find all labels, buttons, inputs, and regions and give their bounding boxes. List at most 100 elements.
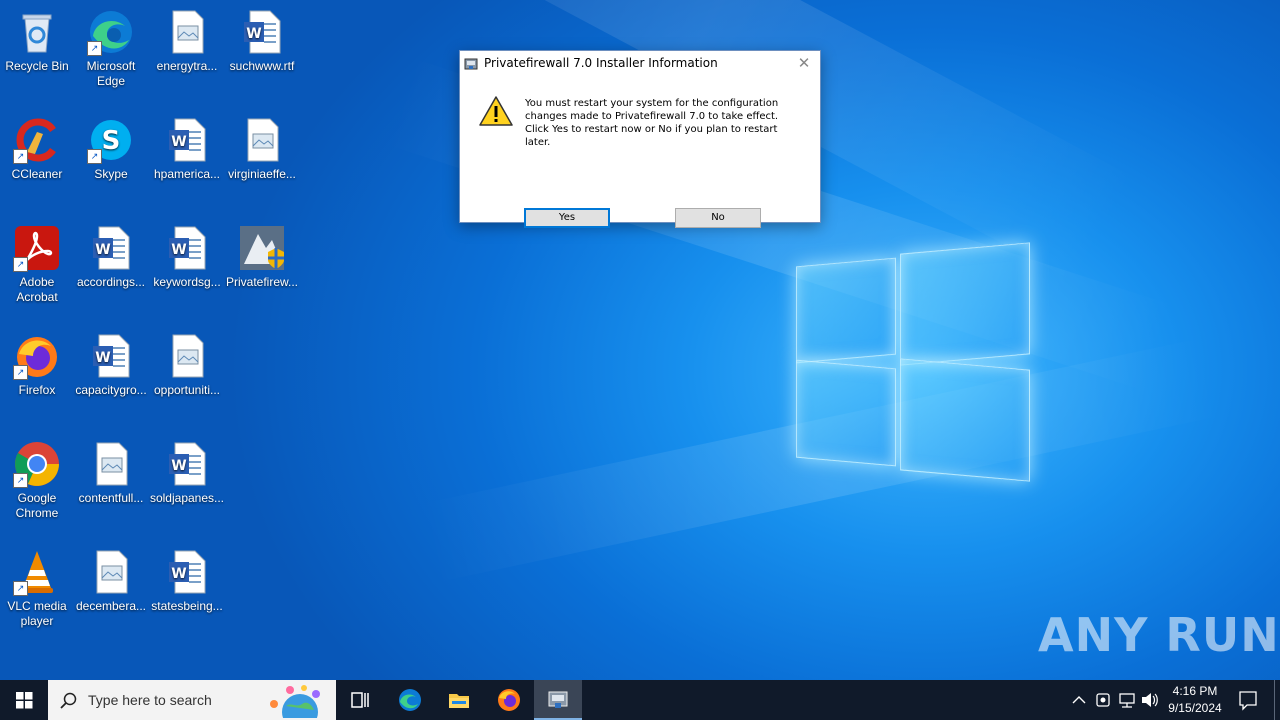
desktop-icon-recycle-bin[interactable]: Recycle Bin bbox=[0, 8, 75, 74]
taskbar-firefox-button[interactable] bbox=[485, 680, 533, 720]
tray-volume-button[interactable] bbox=[1140, 680, 1160, 720]
image-file-icon bbox=[87, 440, 135, 488]
desktop-icon-ccleaner[interactable]: ↗ CCleaner bbox=[0, 116, 75, 182]
image-file-icon bbox=[238, 116, 286, 164]
vlc-icon: ↗ bbox=[13, 548, 61, 596]
clock-date: 9/15/2024 bbox=[1168, 701, 1222, 715]
svg-text:W: W bbox=[95, 242, 110, 258]
notification-icon bbox=[1239, 691, 1257, 711]
chevron-up-icon bbox=[1072, 696, 1086, 704]
chrome-icon: ↗ bbox=[13, 440, 61, 488]
shortcut-arrow-icon: ↗ bbox=[13, 473, 28, 488]
dialog-title: Privatefirewall 7.0 Installer Informatio… bbox=[484, 56, 718, 70]
acrobat-icon: ↗ bbox=[13, 224, 61, 272]
image-file-icon bbox=[87, 548, 135, 596]
desktop-icon-image-file[interactable]: contentfull... bbox=[73, 440, 149, 506]
svg-text:W: W bbox=[95, 350, 110, 366]
word-document-icon: W bbox=[238, 8, 286, 56]
file-explorer-icon bbox=[449, 694, 469, 708]
taskbar-file-explorer-button[interactable] bbox=[435, 680, 483, 720]
taskbar-edge-button[interactable] bbox=[386, 680, 434, 720]
desktop-icon-word-doc[interactable]: W capacitygro... bbox=[73, 332, 149, 398]
shortcut-arrow-icon: ↗ bbox=[87, 41, 102, 56]
anyrun-watermark: ANY RUN bbox=[1038, 608, 1280, 662]
shortcut-arrow-icon: ↗ bbox=[13, 365, 28, 380]
desktop-icon-image-file[interactable]: opportuniti... bbox=[149, 332, 225, 398]
word-document-icon: W bbox=[87, 332, 135, 380]
desktop-icon-image-file[interactable]: decembera... bbox=[73, 548, 149, 614]
shortcut-arrow-icon: ↗ bbox=[13, 581, 28, 596]
image-file-icon bbox=[163, 332, 211, 380]
desktop-icon-skype[interactable]: S ↗ Skype bbox=[73, 116, 149, 182]
taskbar: Type here to search 4:16 PM 9/15/2024 bbox=[0, 680, 1280, 724]
shortcut-arrow-icon: ↗ bbox=[87, 149, 102, 164]
show-desktop-button[interactable] bbox=[1274, 680, 1280, 720]
action-center-button[interactable] bbox=[1236, 680, 1260, 720]
desktop-icon-word-doc[interactable]: W hpamerica... bbox=[149, 116, 225, 182]
desktop-icon-vlc[interactable]: ↗ VLC media player bbox=[0, 548, 75, 629]
tray-meet-now-button[interactable] bbox=[1094, 680, 1112, 720]
search-icon bbox=[60, 692, 78, 710]
dialog-message: You must restart your system for the con… bbox=[525, 98, 779, 148]
desktop-icon-word-doc[interactable]: W soldjapanes... bbox=[149, 440, 225, 506]
dialog-body: You must restart your system for the con… bbox=[460, 75, 820, 228]
desktop-icon-privatefirewall-installer[interactable]: Privatefirew... bbox=[224, 224, 300, 290]
desktop-icon-rtf-doc[interactable]: W suchwww.rtf bbox=[224, 8, 300, 74]
close-icon[interactable]: ✕ bbox=[788, 51, 820, 75]
shortcut-arrow-icon: ↗ bbox=[13, 257, 28, 272]
word-document-icon: W bbox=[163, 548, 211, 596]
installer-info-dialog: Privatefirewall 7.0 Installer Informatio… bbox=[459, 50, 821, 228]
show-hidden-icons-button[interactable] bbox=[1070, 680, 1088, 720]
start-button[interactable] bbox=[0, 680, 48, 720]
warning-icon bbox=[479, 95, 513, 127]
taskbar-search-box[interactable]: Type here to search bbox=[48, 680, 336, 724]
desktop-icon-firefox[interactable]: ↗ Firefox bbox=[0, 332, 75, 398]
image-file-icon bbox=[163, 8, 211, 56]
word-document-icon: W bbox=[163, 224, 211, 272]
desktop-icon-microsoft-edge[interactable]: ↗ Microsoft Edge bbox=[73, 8, 149, 89]
svg-text:W: W bbox=[246, 26, 261, 42]
firefox-icon bbox=[498, 689, 520, 711]
svg-text:W: W bbox=[171, 458, 186, 474]
installer-app-icon bbox=[464, 56, 478, 70]
network-icon bbox=[1119, 693, 1135, 708]
meet-icon bbox=[1096, 693, 1110, 707]
svg-text:W: W bbox=[171, 566, 186, 582]
word-document-icon: W bbox=[163, 116, 211, 164]
svg-text:S: S bbox=[102, 126, 121, 156]
desktop-icon-word-doc[interactable]: W statesbeing... bbox=[149, 548, 225, 614]
no-button[interactable]: No bbox=[675, 208, 761, 228]
desktop-icon-adobe-acrobat[interactable]: ↗ Adobe Acrobat bbox=[0, 224, 75, 305]
edge-icon bbox=[399, 689, 421, 711]
word-document-icon: W bbox=[87, 224, 135, 272]
windows-start-icon bbox=[16, 692, 33, 709]
desktop-icon-google-chrome[interactable]: ↗ Google Chrome bbox=[0, 440, 75, 521]
desktop-icon-word-doc[interactable]: W accordings... bbox=[73, 224, 149, 290]
desktop-icon-image-file[interactable]: energytra... bbox=[149, 8, 225, 74]
search-highlight-art-icon bbox=[260, 682, 332, 724]
word-document-icon: W bbox=[163, 440, 211, 488]
svg-text:W: W bbox=[171, 134, 186, 150]
svg-text:W: W bbox=[171, 242, 186, 258]
desktop-icon-image-file[interactable]: virginiaeffe... bbox=[224, 116, 300, 182]
skype-icon: S ↗ bbox=[87, 116, 135, 164]
firefox-icon: ↗ bbox=[13, 332, 61, 380]
search-placeholder: Type here to search bbox=[88, 692, 212, 708]
ccleaner-icon: ↗ bbox=[13, 116, 61, 164]
volume-icon bbox=[1142, 693, 1158, 707]
task-view-icon bbox=[351, 692, 369, 708]
windows-logo-wallpaper bbox=[796, 242, 1030, 482]
installer-icon bbox=[548, 691, 568, 708]
yes-button[interactable]: Yes bbox=[524, 208, 610, 228]
dialog-titlebar[interactable]: Privatefirewall 7.0 Installer Informatio… bbox=[460, 51, 820, 75]
desktop-icon-word-doc[interactable]: W keywordsg... bbox=[149, 224, 225, 290]
edge-icon: ↗ bbox=[87, 8, 135, 56]
recycle-bin-icon bbox=[13, 8, 61, 56]
clock-time: 4:16 PM bbox=[1172, 684, 1218, 698]
shortcut-arrow-icon: ↗ bbox=[13, 149, 28, 164]
taskbar-installer-button[interactable] bbox=[534, 680, 582, 720]
task-view-button[interactable] bbox=[336, 680, 384, 720]
installer-icon bbox=[238, 224, 286, 272]
tray-network-button[interactable] bbox=[1117, 680, 1137, 720]
taskbar-clock[interactable]: 4:16 PM 9/15/2024 bbox=[1160, 683, 1230, 717]
